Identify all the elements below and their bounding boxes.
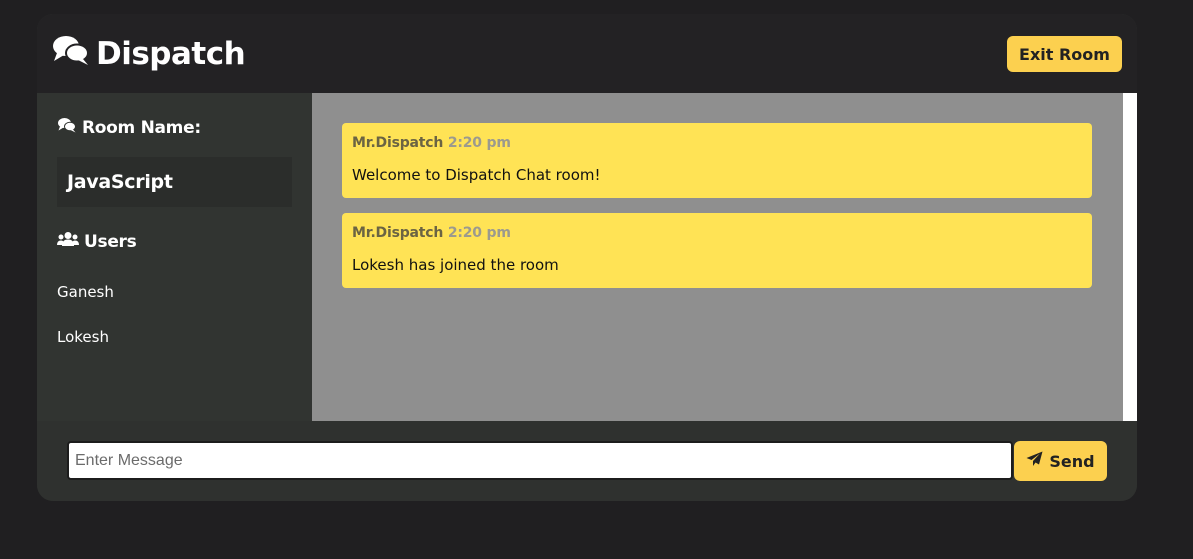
comments-icon [57,117,82,138]
message-author: Mr.Dispatch [352,135,444,151]
room-name-heading-label: Room Name: [82,117,201,138]
user-item: Ganesh [57,283,114,301]
users-heading: Users [57,231,137,252]
send-button[interactable]: Send [1014,441,1107,481]
chat-container: Dispatch Exit Room Room Name: JavaScript [37,14,1137,501]
message-input[interactable] [67,441,1013,480]
message-time: 2:20 pm [447,135,511,151]
users-icon [57,231,84,252]
room-name-heading: Room Name: [57,117,201,138]
message-text: Lokesh has joined the room [352,256,559,274]
message: Mr.Dispatch 2:20 pm Welcome to Dispatch … [342,123,1092,198]
message-time: 2:20 pm [447,225,511,241]
user-item: Lokesh [57,328,109,346]
message-meta: Mr.Dispatch 2:20 pm [352,135,511,151]
exit-room-button[interactable]: Exit Room [1007,36,1122,72]
app-logo: Dispatch [52,34,246,74]
chat-form: Send [37,421,1137,501]
paper-plane-icon [1026,451,1049,471]
chat-header: Dispatch Exit Room [37,14,1137,93]
message-meta: Mr.Dispatch 2:20 pm [352,225,511,241]
app-title: Dispatch [96,36,246,72]
message-text: Welcome to Dispatch Chat room! [352,166,601,184]
messages-scrollbar[interactable] [1123,93,1137,421]
comments-icon [52,34,96,74]
message-author: Mr.Dispatch [352,225,444,241]
message: Mr.Dispatch 2:20 pm Lokesh has joined th… [342,213,1092,288]
chat-main: Room Name: JavaScript Users Ganesh Lokes… [37,93,1137,421]
room-name: JavaScript [57,157,292,207]
sidebar: Room Name: JavaScript Users Ganesh Lokes… [37,93,312,421]
chat-messages[interactable]: Mr.Dispatch 2:20 pm Welcome to Dispatch … [312,93,1123,421]
send-label: Send [1049,451,1095,471]
users-heading-label: Users [84,231,137,252]
